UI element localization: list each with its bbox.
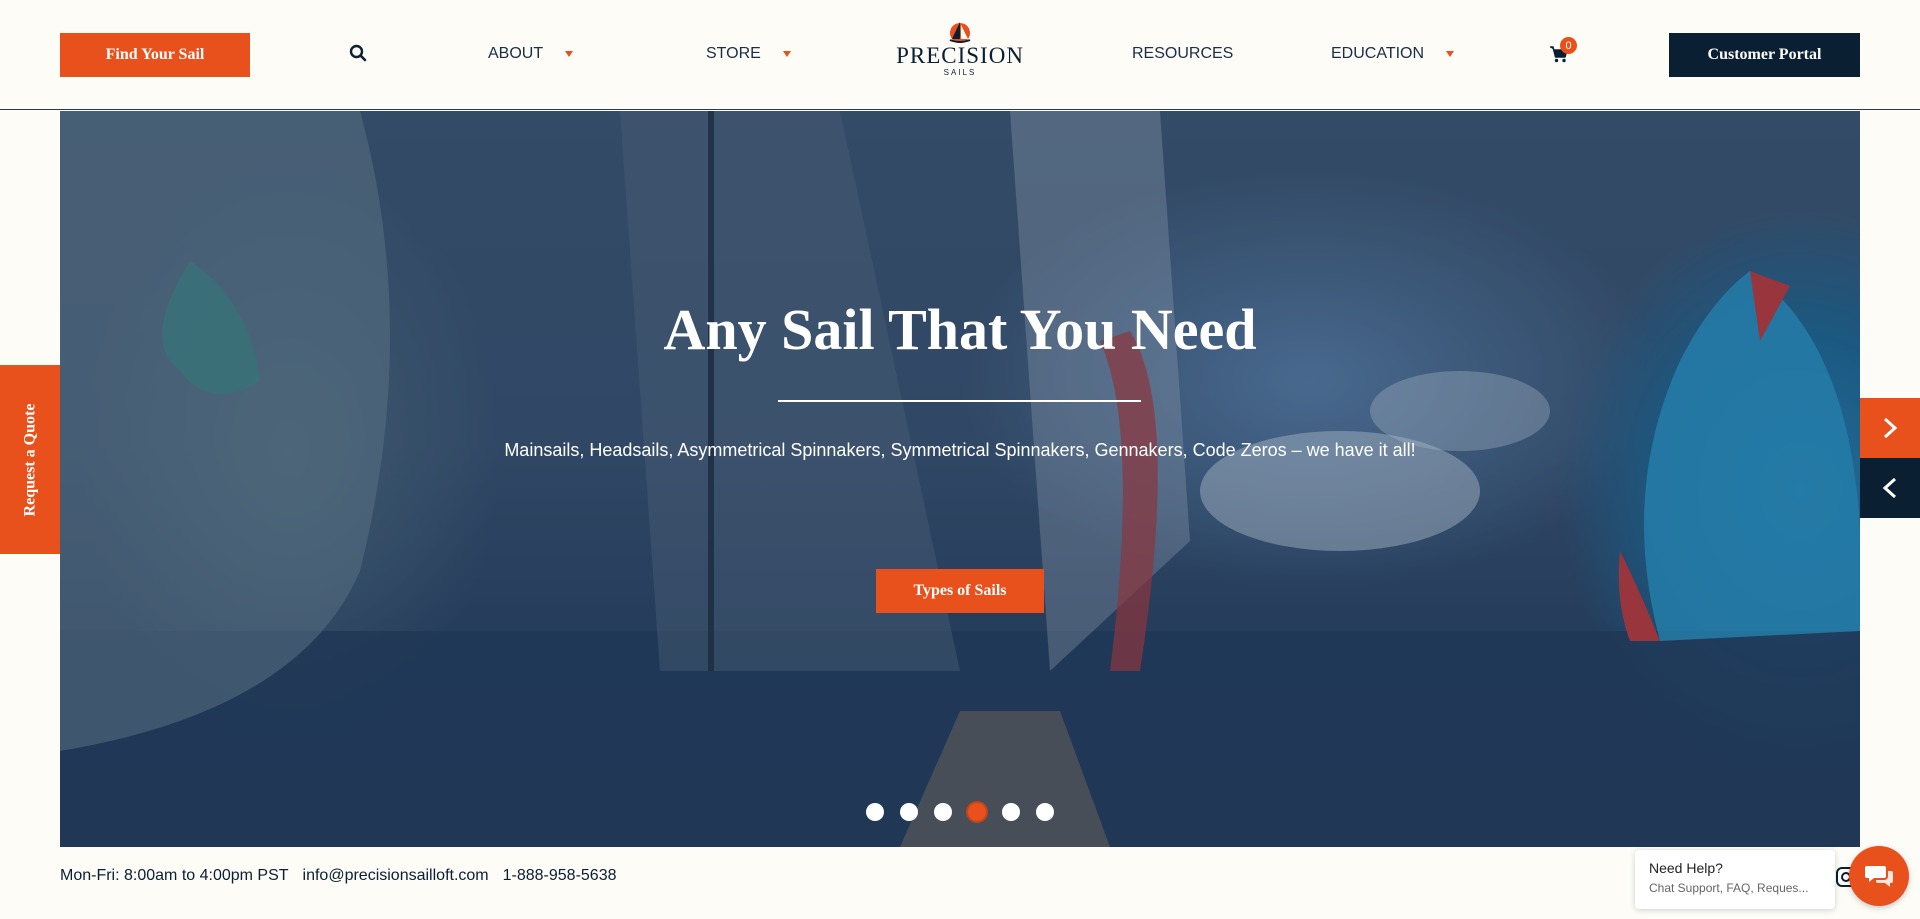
customer-portal-button[interactable]: Customer Portal xyxy=(1669,33,1860,77)
hero-subtitle: Mainsails, Headsails, Asymmetrical Spinn… xyxy=(504,440,1416,460)
sail-logo-icon xyxy=(949,22,971,43)
site-logo[interactable]: PRECISION SAILS xyxy=(896,20,1024,82)
chat-launcher-button[interactable] xyxy=(1849,846,1909,906)
phone-link[interactable]: 1-888-958-5638 xyxy=(503,867,617,885)
nav-about-label: ABOUT xyxy=(488,45,544,62)
hero-divider xyxy=(778,400,1141,402)
search-button[interactable] xyxy=(349,44,371,66)
nav-about[interactable]: ABOUT xyxy=(488,45,574,63)
nav-education[interactable]: EDUCATION xyxy=(1331,45,1455,63)
slider-dot-1[interactable] xyxy=(866,803,884,821)
caret-down-icon xyxy=(782,51,791,57)
email-link[interactable]: info@precisionsailloft.com xyxy=(303,867,489,885)
slider-dot-6[interactable] xyxy=(1036,803,1054,821)
hero-title: Any Sail That You Need xyxy=(663,297,1257,362)
nav-resources[interactable]: RESOURCES xyxy=(1132,45,1233,63)
chat-prompt[interactable]: Need Help? Chat Support, FAQ, Reques... xyxy=(1635,850,1835,909)
request-quote-label: Request a Quote xyxy=(21,403,39,516)
hero-overlay xyxy=(60,111,1860,847)
chevron-left-icon xyxy=(1882,477,1897,499)
cart-count-badge: 0 xyxy=(1560,37,1577,54)
slider-dot-5[interactable] xyxy=(1002,803,1020,821)
nav-education-label: EDUCATION xyxy=(1331,45,1425,62)
logo-name: PRECISION xyxy=(896,43,1024,68)
chevron-right-icon xyxy=(1883,417,1898,439)
find-your-sail-button[interactable]: Find Your Sail xyxy=(60,33,250,77)
slider-pagination xyxy=(866,803,1054,821)
slider-next-button[interactable] xyxy=(1860,398,1920,458)
contact-bar: Mon-Fri: 8:00am to 4:00pm PST info@preci… xyxy=(60,867,617,885)
slider-dot-3[interactable] xyxy=(934,803,952,821)
request-quote-tab[interactable]: Request a Quote xyxy=(0,365,60,554)
slider-dot-2[interactable] xyxy=(900,803,918,821)
types-of-sails-button[interactable]: Types of Sails xyxy=(876,569,1044,613)
business-hours: Mon-Fri: 8:00am to 4:00pm PST xyxy=(60,867,289,884)
caret-down-icon xyxy=(565,51,574,57)
logo-sub: SAILS xyxy=(943,68,977,77)
nav-store[interactable]: STORE xyxy=(706,45,791,63)
hero-slider: Any Sail That You Need Mainsails, Headsa… xyxy=(60,111,1860,847)
nav-store-label: STORE xyxy=(706,45,761,62)
nav-resources-label: RESOURCES xyxy=(1132,45,1234,62)
caret-down-icon xyxy=(1446,51,1455,57)
chat-prompt-title: Need Help? xyxy=(1649,860,1723,876)
chat-icon xyxy=(1865,866,1893,887)
chat-prompt-subtitle: Chat Support, FAQ, Reques... xyxy=(1649,881,1809,895)
slider-dot-4[interactable] xyxy=(968,803,986,821)
site-header: Find Your Sail ABOUT STORE PRECISION SAI… xyxy=(0,0,1920,110)
search-icon xyxy=(349,44,367,62)
slider-prev-button[interactable] xyxy=(1860,458,1920,518)
